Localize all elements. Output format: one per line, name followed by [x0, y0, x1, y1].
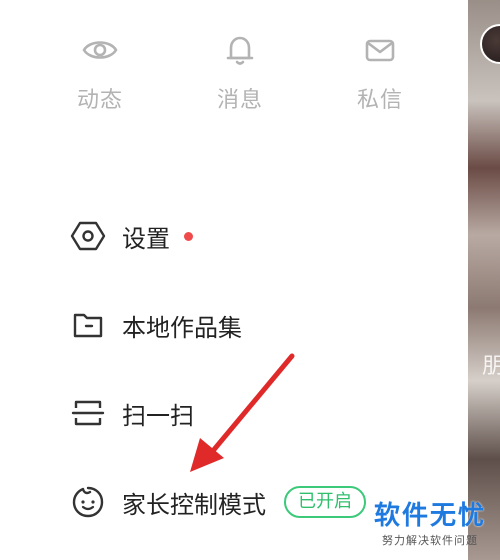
- eye-icon: [82, 41, 118, 59]
- watermark-title: 软件无忧: [373, 501, 486, 531]
- menu-item-parental-control[interactable]: 家长控制模式 已开启: [70, 477, 366, 527]
- quick-action-label: 消息: [216, 88, 263, 113]
- quick-action-feed[interactable]: 动态: [45, 30, 155, 114]
- menu-item-scan[interactable]: 扫一扫: [70, 388, 194, 438]
- status-badge: 已开启: [284, 486, 366, 518]
- background-content: 朋: [468, 0, 500, 560]
- menu-item-label: 设置: [122, 224, 170, 253]
- menu-item-label: 扫一扫: [122, 401, 194, 430]
- mail-icon: [365, 39, 395, 62]
- menu-item-label: 家长控制模式: [122, 490, 266, 519]
- folder-icon: [73, 313, 103, 338]
- quick-action-direct-messages[interactable]: 私信: [325, 30, 435, 114]
- quick-action-label: 动态: [76, 88, 123, 113]
- menu-item-local-works[interactable]: 本地作品集: [70, 300, 242, 350]
- watermark: 软件无忧 努力解决软件问题: [374, 495, 486, 548]
- side-drawer: 动态 消息 私信 设置 本地作品集 扫一扫 家长控制模式 已开启: [0, 0, 468, 560]
- quick-actions-row: 动态 消息 私信: [0, 30, 468, 120]
- background-text: 朋: [482, 354, 500, 379]
- bell-icon: [226, 36, 254, 65]
- menu-item-label: 本地作品集: [122, 313, 242, 342]
- scan-icon: [71, 400, 105, 426]
- quick-action-messages[interactable]: 消息: [185, 30, 295, 114]
- watermark-subtitle: 努力解决软件问题: [381, 534, 478, 547]
- child-face-icon: [72, 486, 104, 518]
- notification-dot: [184, 231, 193, 241]
- quick-action-label: 私信: [356, 88, 403, 113]
- avatar[interactable]: [480, 24, 500, 64]
- hexagon-settings-icon: [70, 221, 106, 251]
- menu-item-settings[interactable]: 设置: [70, 211, 193, 261]
